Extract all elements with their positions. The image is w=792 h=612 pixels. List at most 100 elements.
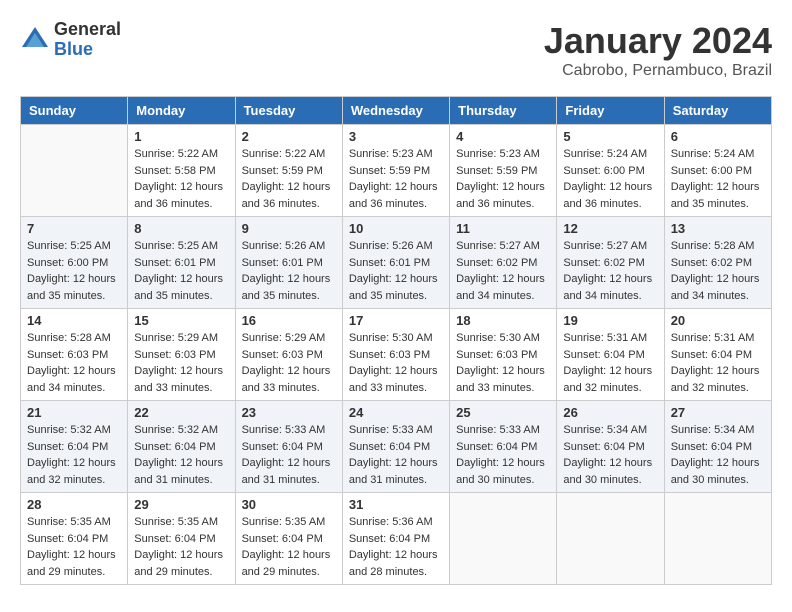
- day-number: 19: [563, 313, 657, 328]
- logo-general: General: [54, 20, 121, 40]
- day-number: 26: [563, 405, 657, 420]
- calendar-cell: 20Sunrise: 5:31 AMSunset: 6:04 PMDayligh…: [664, 309, 771, 401]
- day-info: Sunrise: 5:25 AMSunset: 6:00 PMDaylight:…: [27, 238, 121, 304]
- calendar-cell: 15 Sunrise: 5:29 AMSunset: 6:03 PMDayligh…: [128, 309, 235, 401]
- day-number: 1: [134, 129, 228, 144]
- day-info: Sunrise: 5:30 AMSunset: 6:03 PMDaylight:…: [349, 330, 443, 396]
- calendar-cell: 17 Sunrise: 5:30 AMSunset: 6:03 PMDayligh…: [342, 309, 449, 401]
- day-info: Sunrise: 5:30 AMSunset: 6:03 PMDaylight:…: [456, 330, 550, 396]
- day-number: 29: [134, 497, 228, 512]
- calendar-cell: 11 Sunrise: 5:27 AMSunset: 6:02 PMDayligh…: [450, 217, 557, 309]
- day-info: Sunrise: 5:36 AMSunset: 6:04 PMDaylight:…: [349, 514, 443, 580]
- calendar-cell: 13 Sunrise: 5:28 AMSunset: 6:02 PMDayligh…: [664, 217, 771, 309]
- day-number: 4: [456, 129, 550, 144]
- day-number: 14: [27, 313, 121, 328]
- day-number: 12: [563, 221, 657, 236]
- calendar-cell: 26 Sunrise: 5:34 AMSunset: 6:04 PMDayligh…: [557, 401, 664, 493]
- day-number: 13: [671, 221, 765, 236]
- week-row-5: 28 Sunrise: 5:35 AMSunset: 6:04 PMDayligh…: [21, 493, 772, 585]
- day-info: Sunrise: 5:27 AMSunset: 6:02 PMDaylight:…: [456, 238, 550, 304]
- column-header-sunday: Sunday: [21, 97, 128, 125]
- day-info: Sunrise: 5:35 AMSunset: 6:04 PMDaylight:…: [134, 514, 228, 580]
- calendar-cell: 6Sunrise: 5:24 AMSunset: 6:00 PMDaylight…: [664, 125, 771, 217]
- day-info: Sunrise: 5:23 AMSunset: 5:59 PMDaylight:…: [456, 146, 550, 212]
- day-info: Sunrise: 5:23 AMSunset: 5:59 PMDaylight:…: [349, 146, 443, 212]
- calendar-cell: 30 Sunrise: 5:35 AMSunset: 6:04 PMDayligh…: [235, 493, 342, 585]
- day-info: Sunrise: 5:32 AMSunset: 6:04 PMDaylight:…: [134, 422, 228, 488]
- calendar-cell: 12 Sunrise: 5:27 AMSunset: 6:02 PMDayligh…: [557, 217, 664, 309]
- day-number: 30: [242, 497, 336, 512]
- calendar-cell: 9Sunrise: 5:26 AMSunset: 6:01 PMDaylight…: [235, 217, 342, 309]
- week-row-1: 1 Sunrise: 5:22 AMSunset: 5:58 PMDaylight…: [21, 125, 772, 217]
- day-number: 27: [671, 405, 765, 420]
- calendar-cell: [664, 493, 771, 585]
- day-number: 3: [349, 129, 443, 144]
- calendar-cell: 1 Sunrise: 5:22 AMSunset: 5:58 PMDaylight…: [128, 125, 235, 217]
- day-info: Sunrise: 5:33 AMSunset: 6:04 PMDaylight:…: [456, 422, 550, 488]
- day-number: 18: [456, 313, 550, 328]
- day-info: Sunrise: 5:29 AMSunset: 6:03 PMDaylight:…: [242, 330, 336, 396]
- calendar-cell: 8 Sunrise: 5:25 AMSunset: 6:01 PMDaylight…: [128, 217, 235, 309]
- column-header-tuesday: Tuesday: [235, 97, 342, 125]
- day-number: 23: [242, 405, 336, 420]
- calendar-cell: 2 Sunrise: 5:22 AMSunset: 5:59 PMDaylight…: [235, 125, 342, 217]
- day-info: Sunrise: 5:34 AMSunset: 6:04 PMDaylight:…: [563, 422, 657, 488]
- logo: General Blue: [20, 20, 121, 60]
- day-number: 8: [134, 221, 228, 236]
- day-number: 28: [27, 497, 121, 512]
- day-number: 5: [563, 129, 657, 144]
- day-number: 10: [349, 221, 443, 236]
- calendar-cell: 28 Sunrise: 5:35 AMSunset: 6:04 PMDayligh…: [21, 493, 128, 585]
- calendar-cell: 22 Sunrise: 5:32 AMSunset: 6:04 PMDayligh…: [128, 401, 235, 493]
- title-location: Cabrobo, Pernambuco, Brazil: [544, 62, 772, 80]
- day-number: 17: [349, 313, 443, 328]
- day-info: Sunrise: 5:27 AMSunset: 6:02 PMDaylight:…: [563, 238, 657, 304]
- calendar-cell: 21Sunrise: 5:32 AMSunset: 6:04 PMDayligh…: [21, 401, 128, 493]
- day-info: Sunrise: 5:22 AMSunset: 5:59 PMDaylight:…: [242, 146, 336, 212]
- day-info: Sunrise: 5:28 AMSunset: 6:02 PMDaylight:…: [671, 238, 765, 304]
- title-month: January 2024: [544, 20, 772, 62]
- day-info: Sunrise: 5:25 AMSunset: 6:01 PMDaylight:…: [134, 238, 228, 304]
- calendar-cell: 7Sunrise: 5:25 AMSunset: 6:00 PMDaylight…: [21, 217, 128, 309]
- day-number: 9: [242, 221, 336, 236]
- calendar-cell: 3 Sunrise: 5:23 AMSunset: 5:59 PMDaylight…: [342, 125, 449, 217]
- day-info: Sunrise: 5:22 AMSunset: 5:58 PMDaylight:…: [134, 146, 228, 212]
- day-info: Sunrise: 5:28 AMSunset: 6:03 PMDaylight:…: [27, 330, 121, 396]
- day-number: 20: [671, 313, 765, 328]
- day-number: 22: [134, 405, 228, 420]
- calendar-cell: 16 Sunrise: 5:29 AMSunset: 6:03 PMDayligh…: [235, 309, 342, 401]
- column-header-wednesday: Wednesday: [342, 97, 449, 125]
- calendar-cell: 24 Sunrise: 5:33 AMSunset: 6:04 PMDayligh…: [342, 401, 449, 493]
- day-info: Sunrise: 5:35 AMSunset: 6:04 PMDaylight:…: [27, 514, 121, 580]
- title-block: January 2024 Cabrobo, Pernambuco, Brazil: [544, 20, 772, 80]
- calendar-cell: [21, 125, 128, 217]
- day-info: Sunrise: 5:29 AMSunset: 6:03 PMDaylight:…: [134, 330, 228, 396]
- calendar-cell: 4 Sunrise: 5:23 AMSunset: 5:59 PMDaylight…: [450, 125, 557, 217]
- logo-icon: [20, 25, 50, 55]
- day-info: Sunrise: 5:24 AMSunset: 6:00 PMDaylight:…: [563, 146, 657, 212]
- calendar-cell: 19Sunrise: 5:31 AMSunset: 6:04 PMDayligh…: [557, 309, 664, 401]
- day-number: 16: [242, 313, 336, 328]
- day-info: Sunrise: 5:33 AMSunset: 6:04 PMDaylight:…: [349, 422, 443, 488]
- calendar-cell: 10Sunrise: 5:26 AMSunset: 6:01 PMDayligh…: [342, 217, 449, 309]
- day-info: Sunrise: 5:34 AMSunset: 6:04 PMDaylight:…: [671, 422, 765, 488]
- day-number: 31: [349, 497, 443, 512]
- day-info: Sunrise: 5:33 AMSunset: 6:04 PMDaylight:…: [242, 422, 336, 488]
- day-number: 24: [349, 405, 443, 420]
- day-number: 6: [671, 129, 765, 144]
- calendar-cell: 18 Sunrise: 5:30 AMSunset: 6:03 PMDayligh…: [450, 309, 557, 401]
- day-number: 25: [456, 405, 550, 420]
- page-header: General Blue January 2024 Cabrobo, Perna…: [20, 20, 772, 80]
- week-row-2: 7Sunrise: 5:25 AMSunset: 6:00 PMDaylight…: [21, 217, 772, 309]
- day-info: Sunrise: 5:35 AMSunset: 6:04 PMDaylight:…: [242, 514, 336, 580]
- day-number: 2: [242, 129, 336, 144]
- calendar-header-row: SundayMondayTuesdayWednesdayThursdayFrid…: [21, 97, 772, 125]
- week-row-4: 21Sunrise: 5:32 AMSunset: 6:04 PMDayligh…: [21, 401, 772, 493]
- calendar-cell: 23 Sunrise: 5:33 AMSunset: 6:04 PMDayligh…: [235, 401, 342, 493]
- week-row-3: 14 Sunrise: 5:28 AMSunset: 6:03 PMDayligh…: [21, 309, 772, 401]
- logo-blue: Blue: [54, 40, 121, 60]
- calendar-cell: 14 Sunrise: 5:28 AMSunset: 6:03 PMDayligh…: [21, 309, 128, 401]
- calendar-cell: 29 Sunrise: 5:35 AMSunset: 6:04 PMDayligh…: [128, 493, 235, 585]
- day-number: 15: [134, 313, 228, 328]
- day-number: 11: [456, 221, 550, 236]
